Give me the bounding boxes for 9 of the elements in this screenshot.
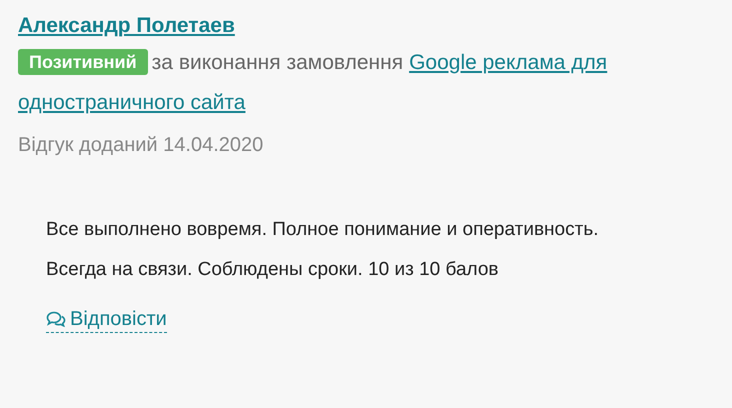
review-text: Все выполнено вовремя. Полное понимание и оперативность. Всегда на связи. Соблюдены сроки. 10 из 10 балов — [46, 218, 600, 282]
reply-link[interactable]: Відповісти — [46, 306, 167, 333]
order-link[interactable]: одностраничного сайта — [18, 91, 246, 114]
positive-badge: Позитивний — [18, 49, 148, 75]
order-label: за виконання замовлення — [152, 51, 404, 74]
speech-bubbles-icon — [46, 311, 66, 327]
author-link[interactable]: Александр Полетаев — [18, 10, 235, 42]
order-link[interactable]: Google реклама для — [409, 51, 608, 74]
review-date: Відгук доданий 14.04.2020 — [18, 133, 264, 158]
